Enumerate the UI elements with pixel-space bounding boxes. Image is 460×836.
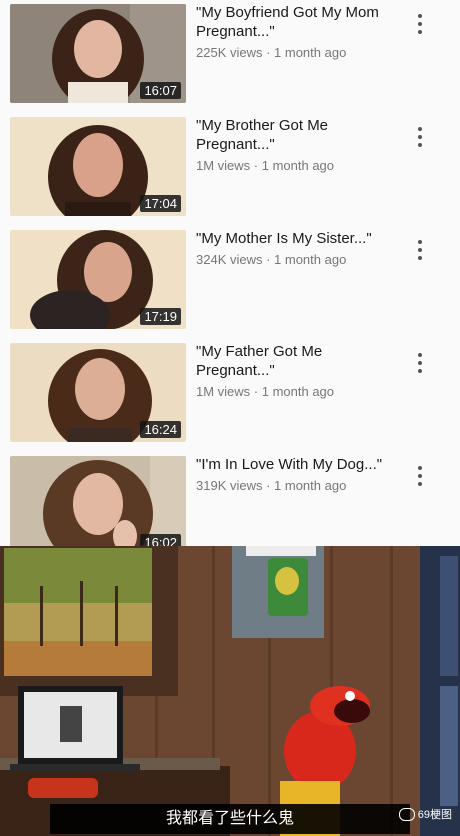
more-options-icon[interactable] [412,12,428,40]
watermark-text: 69梗图 [417,809,452,821]
video-duration: 16:24 [140,421,181,438]
more-options-icon[interactable] [412,125,428,153]
video-thumbnail[interactable]: 17:04 [10,117,186,216]
video-list: 16:07 "My Boyfriend Got My Mom Pregnant.… [0,0,460,555]
video-meta: 1M views · 1 month ago [196,384,335,399]
video-item[interactable]: 16:24 "My Father Got Me Pregnant..." 1M … [0,339,460,452]
meme-panel [0,546,460,836]
watermark: 69梗图 [398,806,452,822]
video-thumbnail[interactable]: 17:19 [10,230,186,329]
video-meta: 1M views · 1 month ago [196,158,335,173]
video-item[interactable]: 17:19 "My Mother Is My Sister..." 324K v… [0,226,460,339]
more-options-icon[interactable] [412,464,428,492]
video-item[interactable]: 16:07 "My Boyfriend Got My Mom Pregnant.… [0,0,460,113]
meme-caption: 我都看了些什么鬼 [50,804,410,834]
video-duration: 17:19 [140,308,181,325]
video-thumbnail[interactable]: 16:24 [10,343,186,442]
video-thumbnail[interactable]: 16:02 [10,456,186,555]
video-item[interactable]: 17:04 "My Brother Got Me Pregnant..." 1M… [0,113,460,226]
video-title[interactable]: "My Mother Is My Sister..." [196,229,396,248]
video-meta: 319K views · 1 month ago [196,478,347,493]
meme-scene [0,546,460,836]
video-title[interactable]: "My Boyfriend Got My Mom Pregnant..." [196,3,396,41]
video-duration: 16:07 [140,82,181,99]
video-meta: 225K views · 1 month ago [196,45,347,60]
wechat-icon [398,807,415,821]
video-title[interactable]: "My Father Got Me Pregnant..." [196,342,396,380]
more-options-icon[interactable] [412,238,428,266]
video-title[interactable]: "My Brother Got Me Pregnant..." [196,116,396,154]
video-meta: 324K views · 1 month ago [196,252,347,267]
video-duration: 17:04 [140,195,181,212]
video-title[interactable]: "I'm In Love With My Dog..." [196,455,396,474]
more-options-icon[interactable] [412,351,428,379]
video-thumbnail[interactable]: 16:07 [10,4,186,103]
